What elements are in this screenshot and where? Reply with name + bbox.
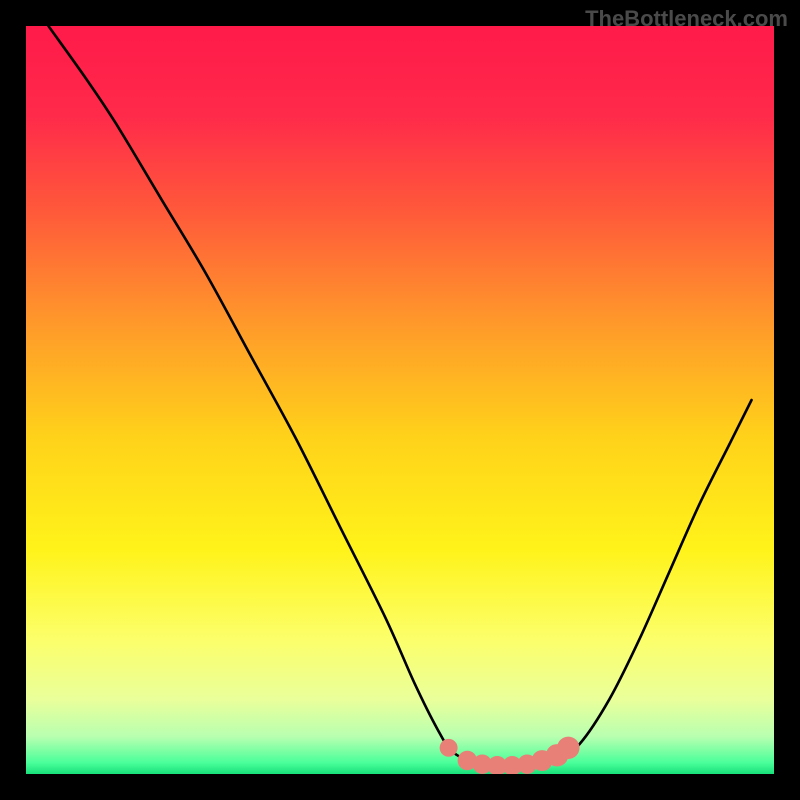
chart-container: TheBottleneck.com [0,0,800,800]
plot-area [26,26,774,774]
highlight-dot [440,739,458,757]
highlight-dot [557,737,579,759]
highlight-markers [440,737,580,774]
curve-layer [26,26,774,774]
watermark-text: TheBottleneck.com [585,6,788,32]
bottleneck-curve [48,26,751,767]
